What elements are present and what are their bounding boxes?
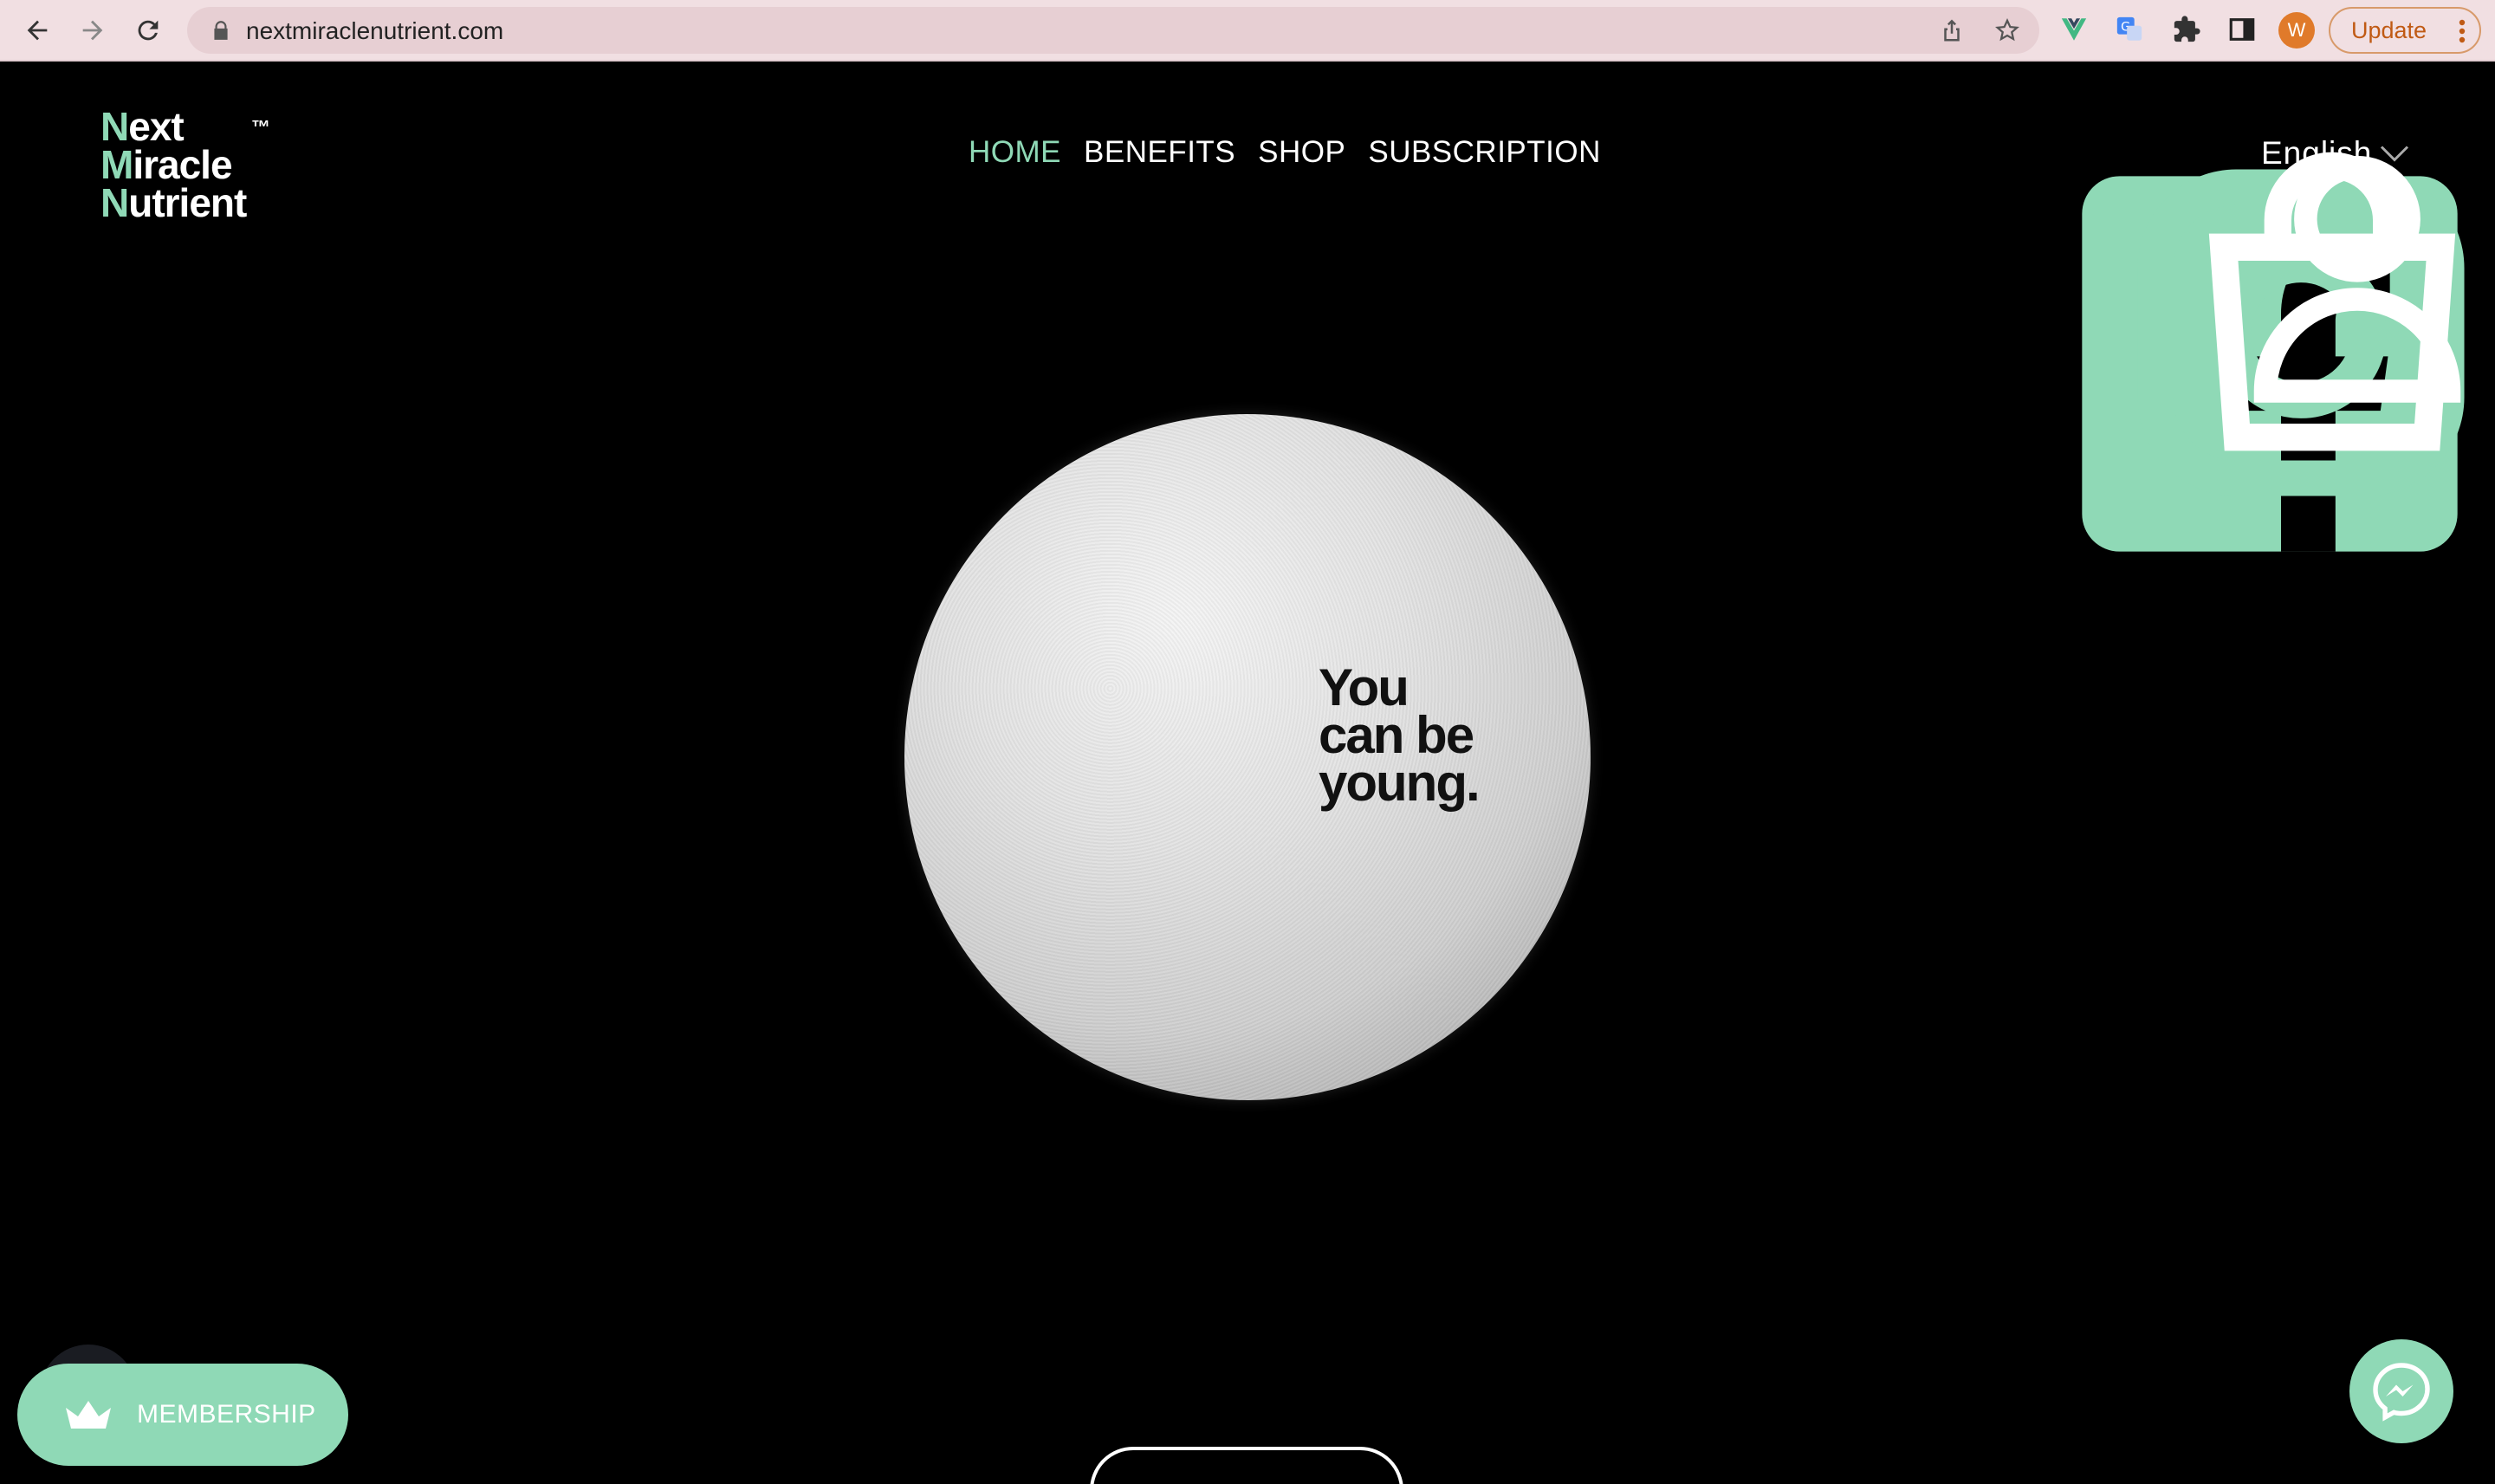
update-label: Update [2351, 16, 2427, 43]
forward-icon [82, 20, 103, 41]
lock-icon [214, 21, 228, 40]
vue-devtools-extension[interactable] [2058, 14, 2090, 45]
menu-dots-icon [2459, 19, 2466, 43]
crown-icon [66, 1401, 111, 1429]
back-icon [27, 20, 48, 41]
nav-shop[interactable]: SHOP [1258, 135, 1345, 170]
google-translate-icon: G [2116, 16, 2142, 41]
reload-icon [138, 20, 159, 41]
logo-line-nutrient: Nutrient [100, 180, 247, 225]
nav-home[interactable]: HOME [969, 135, 1061, 170]
share-icon[interactable] [1939, 17, 1965, 43]
url-text: nextmiraclenutrient.com [246, 17, 504, 44]
hero-line-1: You [1319, 658, 1410, 716]
side-panel-icon [2229, 18, 2255, 41]
chevron-down-icon[interactable] [2379, 142, 2410, 165]
site-logo[interactable]: Next Miracle Nutrient ™ [100, 107, 291, 227]
extensions-icon [2174, 16, 2200, 42]
account-icon[interactable] [2220, 139, 2495, 414]
back-button[interactable] [19, 12, 55, 49]
hero-line-2: can be [1319, 706, 1474, 764]
nav-benefits[interactable]: BENEFITS [1084, 135, 1235, 170]
hero-cta-button[interactable] [1090, 1447, 1403, 1484]
hero-tagline: You can be young. [1319, 658, 1544, 812]
messenger-icon [2373, 1363, 2430, 1422]
side-panel-button[interactable] [2226, 14, 2258, 45]
trademark-symbol: ™ [251, 116, 270, 138]
star-icon[interactable] [1994, 17, 2020, 43]
main-navigation: HOME BENEFITS SHOP SUBSCRIPTION [969, 135, 1601, 170]
nav-subscription[interactable]: SUBSCRIPTION [1368, 135, 1601, 170]
language-selector[interactable]: English [2261, 135, 2372, 172]
membership-button[interactable]: MEMBERSHIP [17, 1364, 348, 1466]
update-button[interactable]: Update [2329, 7, 2481, 54]
hero-line-3: young. [1319, 754, 1481, 812]
forward-button[interactable] [75, 12, 111, 49]
reload-button[interactable] [130, 12, 166, 49]
profile-avatar[interactable]: W [2278, 12, 2315, 49]
logo-line-miracle: Miracle [100, 142, 233, 187]
vue-devtools-icon [2061, 18, 2087, 41]
messenger-chat-button[interactable] [2349, 1339, 2453, 1443]
membership-label: MEMBERSHIP [137, 1400, 316, 1429]
google-translate-extension[interactable]: G [2114, 14, 2145, 45]
browser-toolbar: nextmiraclenutrient.com G W Update [0, 0, 2495, 62]
address-bar[interactable]: nextmiraclenutrient.com [187, 7, 2039, 54]
extensions-button[interactable] [2171, 14, 2202, 45]
